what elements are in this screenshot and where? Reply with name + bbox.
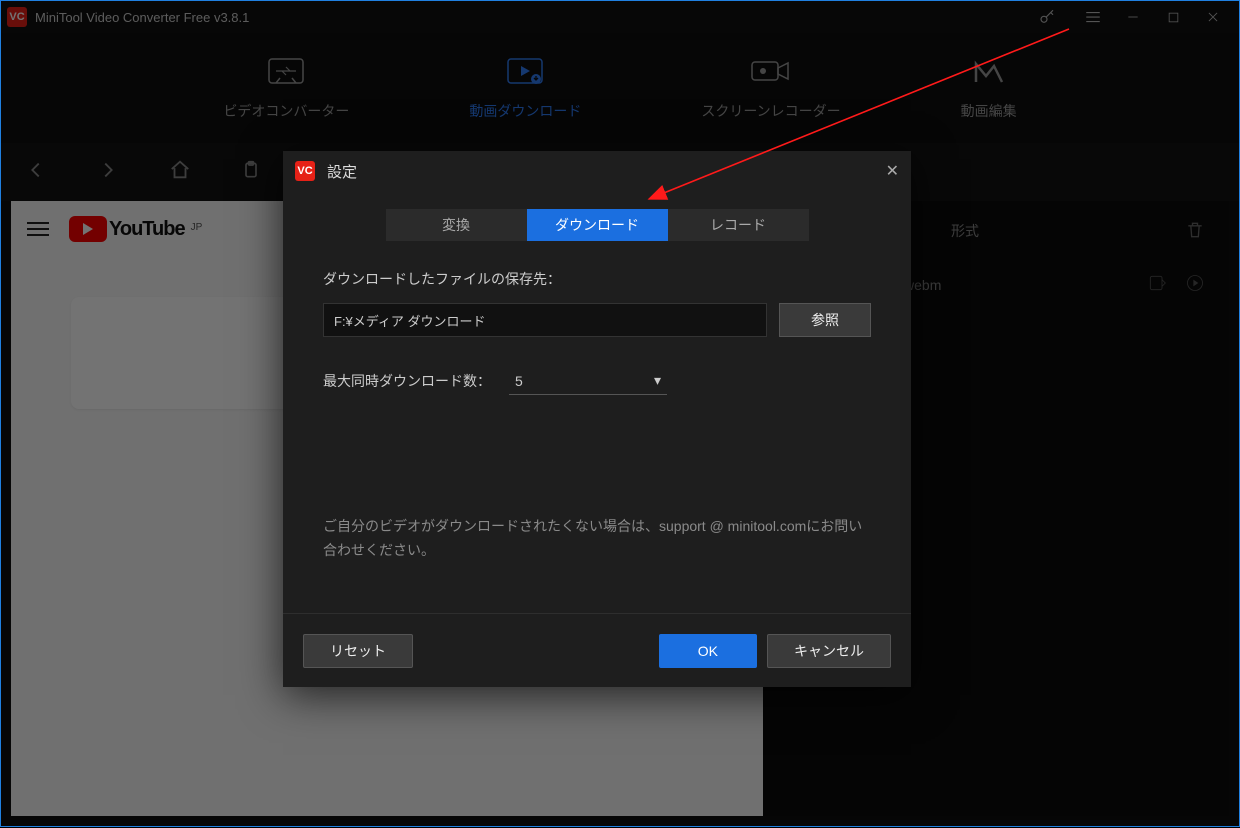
save-location-label: ダウンロードしたファイルの保存先： — [323, 269, 871, 289]
cancel-button[interactable]: キャンセル — [767, 634, 891, 668]
max-downloads-select[interactable]: 5 ▾ — [509, 367, 667, 395]
dialog-body: ダウンロードしたファイルの保存先： 参照 最大同時ダウンロード数： 5 ▾ ご自… — [283, 241, 911, 613]
tab-download[interactable]: ダウンロード — [527, 209, 668, 241]
dialog-logo-icon: VC — [295, 161, 315, 181]
chevron-down-icon: ▾ — [654, 372, 661, 389]
dialog-title: 設定 — [327, 161, 357, 182]
support-note: ご自分のビデオがダウンロードされたくない場合は、support @ minito… — [323, 515, 871, 563]
browse-button[interactable]: 参照 — [779, 303, 871, 337]
settings-tabs: 変換 ダウンロード レコード — [283, 209, 911, 241]
ok-button[interactable]: OK — [659, 634, 757, 668]
dialog-titlebar: VC 設定 ✕ — [283, 151, 911, 191]
tab-convert[interactable]: 変換 — [386, 209, 527, 241]
settings-dialog: VC 設定 ✕ 変換 ダウンロード レコード ダウンロードしたファイルの保存先：… — [283, 151, 911, 687]
tab-record[interactable]: レコード — [668, 209, 809, 241]
save-path-input[interactable] — [323, 303, 767, 337]
dialog-close-button[interactable]: ✕ — [886, 161, 899, 181]
max-downloads-label: 最大同時ダウンロード数： — [323, 371, 491, 391]
reset-button[interactable]: リセット — [303, 634, 413, 668]
max-downloads-value: 5 — [515, 373, 523, 389]
dialog-footer: リセット OK キャンセル — [283, 613, 911, 687]
app-window: VC MiniTool Video Converter Free v3.8.1 … — [0, 0, 1240, 827]
